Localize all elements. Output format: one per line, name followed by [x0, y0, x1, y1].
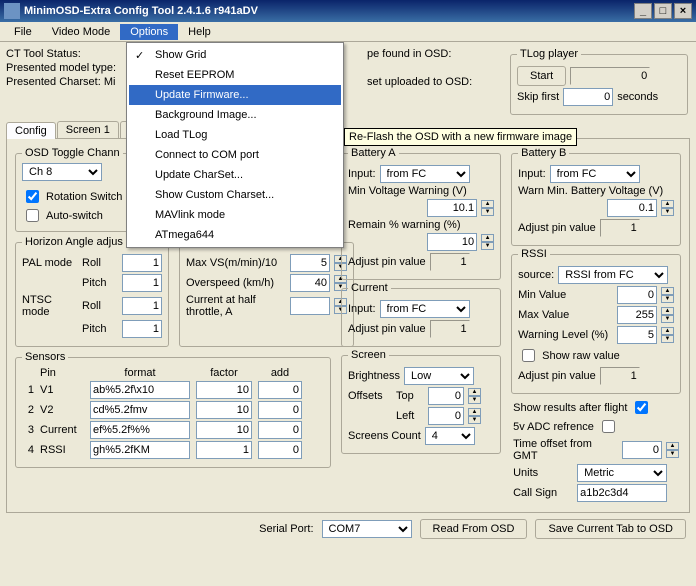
pal-pitch-input[interactable]	[122, 274, 162, 292]
sensors-group: Sensors Pinformatfactoradd 1V1 2V2 3Curr…	[15, 351, 331, 468]
toggle-channel-select[interactable]: Ch 8	[22, 163, 102, 181]
menu-file[interactable]: File	[4, 24, 42, 40]
rssi-group: RSSI source:RSSI from FC Min Value▲▼ Max…	[511, 248, 681, 394]
maxvs-input[interactable]	[290, 254, 330, 272]
menu-bar: File Video Mode Options Help	[0, 22, 696, 42]
units-select[interactable]: Metric	[577, 464, 667, 482]
sensor-add-input[interactable]	[258, 381, 302, 399]
menu-show-grid[interactable]: Show Grid	[129, 45, 341, 65]
sensor-factor-input[interactable]	[196, 421, 252, 439]
current-input-select[interactable]: from FC	[380, 300, 470, 318]
menu-update-charset[interactable]: Update CharSet...	[129, 165, 341, 185]
sensor-factor-input[interactable]	[196, 441, 252, 459]
rotation-switch-checkbox[interactable]	[26, 190, 39, 203]
tlog-legend: TLog player	[517, 48, 581, 60]
batA-rem-input[interactable]	[427, 233, 477, 251]
tlog-skip-label: Skip first	[517, 91, 559, 103]
adc-ref-checkbox[interactable]	[602, 420, 615, 433]
menu-connect-com[interactable]: Connect to COM port	[129, 145, 341, 165]
sensor-add-input[interactable]	[258, 441, 302, 459]
tlog-player-group: TLog player Start Skip first seconds	[510, 48, 688, 115]
title-bar: MinimOSD-Extra Config Tool 2.4.1.6 r941a…	[0, 0, 696, 22]
status-found-osd: pe found in OSD:	[367, 48, 500, 60]
callsign-input[interactable]	[577, 484, 667, 502]
tab-screen1[interactable]: Screen 1	[57, 121, 119, 138]
status-model-type: Presented model type:	[6, 62, 139, 74]
rssi-warn-input[interactable]	[617, 326, 657, 344]
sensor-factor-input[interactable]	[196, 381, 252, 399]
offset-top-input[interactable]	[428, 387, 464, 405]
options-dropdown: Show Grid Reset EEPROM Update Firmware..…	[126, 42, 344, 248]
menu-video-mode[interactable]: Video Mode	[42, 24, 121, 40]
menu-atmega644[interactable]: ATmega644	[129, 225, 341, 245]
battery-b-group: Battery B Input:from FC Warn Min. Batter…	[511, 147, 681, 246]
window-title: MinimOSD-Extra Config Tool 2.4.1.6 r941a…	[24, 5, 632, 17]
tlog-start-button[interactable]: Start	[517, 66, 566, 86]
warnings-group: Warnings Max VS(m/min)/10▲▼ Overspeed (k…	[179, 236, 354, 347]
menu-background-image[interactable]: Background Image...	[129, 105, 341, 125]
batB-input-select[interactable]: from FC	[550, 165, 640, 183]
pal-roll-input[interactable]	[122, 254, 162, 272]
serial-port-select[interactable]: COM7	[322, 520, 412, 538]
sensor-format-input[interactable]	[90, 381, 190, 399]
maximize-button[interactable]: □	[654, 3, 672, 19]
tlog-seconds-label: seconds	[617, 91, 658, 103]
rssi-source-select[interactable]: RSSI from FC	[558, 266, 668, 284]
rssi-raw-checkbox[interactable]	[522, 349, 535, 362]
menu-update-firmware[interactable]: Update Firmware...	[129, 85, 341, 105]
tooltip-update-firmware: Re-Flash the OSD with a new firmware ima…	[344, 128, 577, 146]
ntsc-roll-input[interactable]	[122, 297, 162, 315]
ntsc-pitch-input[interactable]	[122, 320, 162, 338]
auto-switch-checkbox[interactable]	[26, 209, 39, 222]
tab-config[interactable]: Config	[6, 122, 56, 139]
serial-port-label: Serial Port:	[259, 523, 313, 535]
menu-help[interactable]: Help	[178, 24, 221, 40]
save-tab-button[interactable]: Save Current Tab to OSD	[535, 519, 686, 539]
batB-warn-input[interactable]	[607, 199, 657, 217]
sensor-row: 1V1	[22, 381, 324, 399]
batA-minv-input[interactable]	[427, 199, 477, 217]
offset-left-input[interactable]	[428, 407, 464, 425]
menu-mavlink-mode[interactable]: MAVlink mode	[129, 205, 341, 225]
sensor-row: 2V2	[22, 401, 324, 419]
read-from-osd-button[interactable]: Read From OSD	[420, 519, 528, 539]
show-results-checkbox[interactable]	[635, 401, 648, 414]
current-adj	[430, 320, 470, 338]
screen-group: Screen BrightnessLow OffsetsTop▲▼ Left▲▼…	[341, 349, 501, 454]
sensor-format-input[interactable]	[90, 401, 190, 419]
rssi-adj	[600, 367, 640, 385]
sensor-row: 4RSSI	[22, 441, 324, 459]
close-button[interactable]: ×	[674, 3, 692, 19]
current-group: Current Input:from FC Adjust pin value	[341, 282, 501, 347]
battery-a-group: Battery A Input:from FC Min Voltage Warn…	[341, 147, 501, 280]
sensor-add-input[interactable]	[258, 421, 302, 439]
screens-count-select[interactable]: 4	[425, 427, 475, 445]
menu-load-tlog[interactable]: Load TLog	[129, 125, 341, 145]
sensor-add-input[interactable]	[258, 401, 302, 419]
status-ct-tool: CT Tool Status:	[6, 48, 139, 60]
status-uploaded-osd: set uploaded to OSD:	[367, 76, 500, 88]
menu-show-charset[interactable]: Show Custom Charset...	[129, 185, 341, 205]
sensor-factor-input[interactable]	[196, 401, 252, 419]
batB-adj	[600, 219, 640, 237]
batA-adj	[430, 253, 470, 271]
overspeed-input[interactable]	[290, 274, 330, 292]
app-icon	[4, 3, 20, 19]
rssi-min-input[interactable]	[617, 286, 657, 304]
status-charset: Presented Charset: Mi	[6, 76, 139, 88]
menu-reset-eeprom[interactable]: Reset EEPROM	[129, 65, 341, 85]
batA-input-select[interactable]: from FC	[380, 165, 470, 183]
rssi-max-input[interactable]	[617, 306, 657, 324]
tlog-time	[570, 67, 650, 85]
sensor-row: 3Current	[22, 421, 324, 439]
brightness-select[interactable]: Low	[404, 367, 474, 385]
sensor-format-input[interactable]	[90, 421, 190, 439]
current-half-input[interactable]	[290, 297, 330, 315]
gmt-offset-input[interactable]	[622, 441, 662, 459]
sensor-format-input[interactable]	[90, 441, 190, 459]
horizon-group: Horizon Angle adjus PAL modeRoll Pitch N…	[15, 236, 169, 347]
minimize-button[interactable]: _	[634, 3, 652, 19]
menu-options[interactable]: Options	[120, 24, 178, 40]
tlog-skip-input[interactable]	[563, 88, 613, 106]
